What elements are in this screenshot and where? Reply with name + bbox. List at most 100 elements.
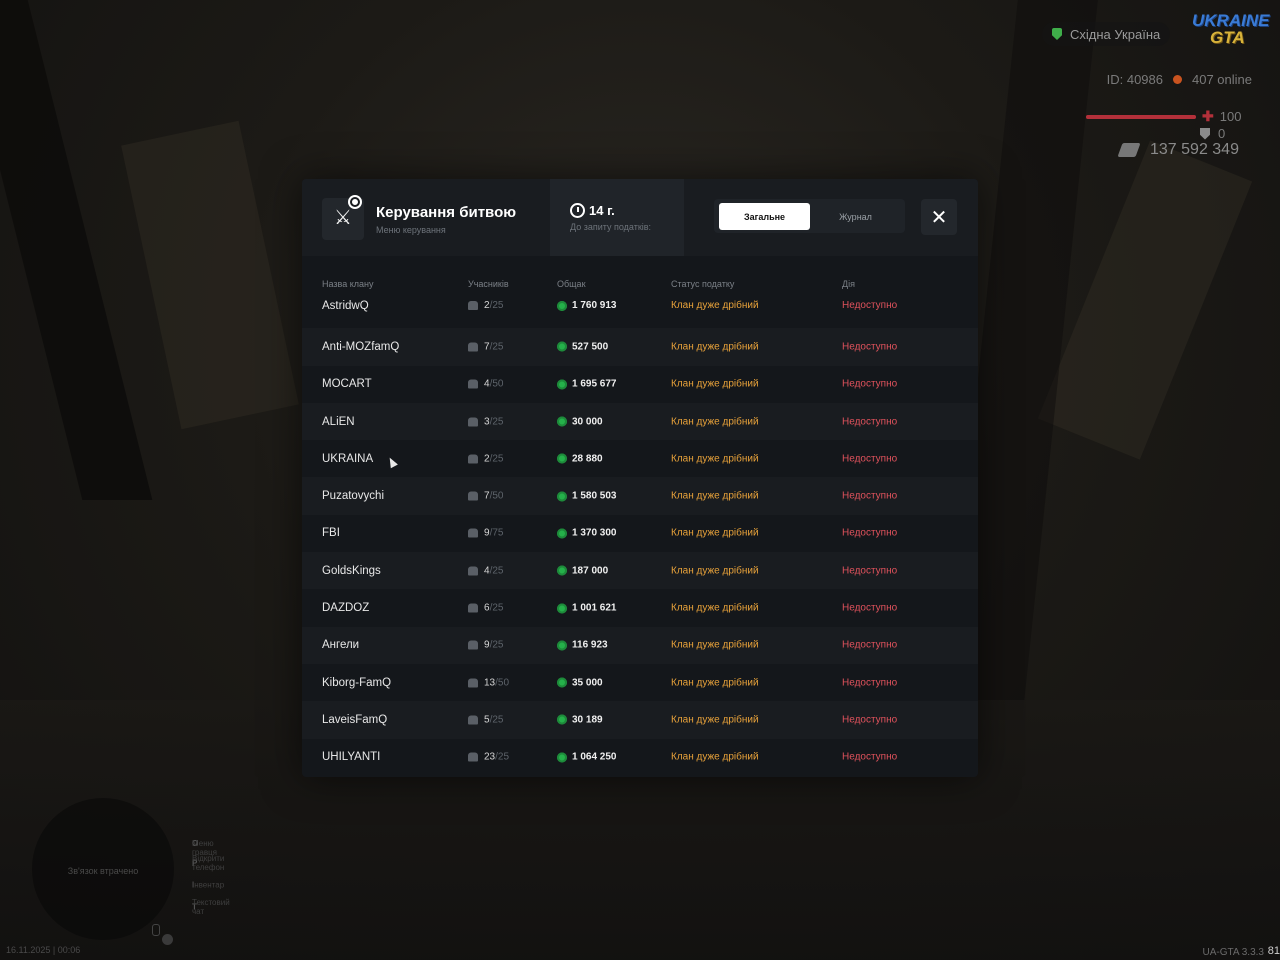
tax-status: Клан дуже дрібний [671,378,759,390]
column-header-tax-status: Статус податку [671,279,735,289]
tax-status: Клан дуже дрібний [671,453,759,465]
coin-icon [557,379,567,390]
people-icon [468,417,478,427]
members-count: 13/50 [484,677,509,688]
clan-name: Ангели [322,639,360,652]
timer-value: 14 г. [589,203,615,218]
people-icon [468,379,478,389]
minimap-status: Зв'язок втрачено [67,866,139,876]
action-unavailable: Недоступно [842,378,898,390]
online-count: 407 online [1192,72,1252,87]
close-button[interactable]: ✕ [921,199,957,235]
tax-status: Клан дуже дрібний [671,565,759,577]
fps-counter: 81 [1267,945,1280,957]
table-row[interactable]: UKRAINA 2/25 28 880 Клан дуже дрібний Недост… [302,440,978,477]
fund-value: 1 580 503 [572,490,617,502]
coin-icon [557,677,567,688]
fund-value: 1 695 677 [572,378,617,390]
fund-value: 1 001 621 [572,602,617,614]
people-icon [468,640,478,650]
table-row[interactable]: Ангели 9/25 116 923 Клан дуже дрібний Недост… [302,626,978,664]
timer-label: До запиту податків: [570,222,652,232]
tab-log[interactable]: Журнал [810,203,901,230]
people-icon [468,342,478,352]
region-icon [1052,28,1062,40]
members-count: 7/50 [484,491,503,502]
health-bar [1086,114,1196,119]
clan-name: Anti-MOZfamQ [322,340,400,353]
coin-icon [557,714,567,725]
people-icon [468,566,478,576]
table-row[interactable]: UHILYANTI 23/25 1 064 250 Клан дуже дрібний… [302,739,978,776]
members-count: 9/25 [484,640,503,651]
table-row[interactable]: AstridwQ 2/25 1 760 913 Клан дуже дрібний Не… [302,291,978,328]
members-max: /25 [495,751,510,763]
tax-status: Клан дуже дрібний [671,300,759,311]
action-unavailable: Недоступно [842,565,898,577]
tax-status: Клан дуже дрібний [671,602,759,614]
clan-members: 6/25 [468,603,503,614]
cash-icon [1117,143,1141,157]
members-count: 5/25 [484,714,503,725]
table-row[interactable]: ALiEN 3/25 30 000 Клан дуже дрібний Недоступ… [302,402,978,441]
hotkey-label: Інвентар [192,880,225,890]
members-count: 2/25 [484,300,503,311]
clan-fund: 1 760 913 [557,300,617,311]
logo-bottom-text: GTA [1210,28,1245,47]
column-header-action: Дія [842,279,855,289]
members-max: /25 [489,300,504,311]
tax-status: Клан дуже дрібний [671,677,759,689]
hotkey-label: Текстовий чат [192,898,230,916]
members-max: /25 [489,341,504,353]
people-icon [468,301,478,310]
clan-name: LaveisFamQ [322,713,388,726]
table-row[interactable]: GoldsKings 4/25 187 000 Клан дуже дрібний Не… [302,552,978,590]
table-row[interactable]: FBI 9/75 1 370 300 Клан дуже дрібний Недосту… [302,515,978,552]
player-id: ID: 40986 [1106,72,1163,87]
table-row[interactable]: Puzatovychi 7/50 1 580 503 Клан дуже дрібни… [302,477,978,515]
online-icon [1173,75,1182,84]
action-unavailable: Недоступно [842,751,898,763]
members-max: /50 [489,378,504,390]
armor-value: 0 [1218,126,1226,141]
tax-status: Клан дуже дрібний [671,639,759,651]
tab-general[interactable]: Загальне [719,203,810,230]
fund-value: 28 880 [572,453,603,465]
members-count: 23/25 [484,752,509,763]
people-icon [468,528,478,538]
tax-status: Клан дуже дрібний [671,416,759,428]
clan-fund: 30 189 [557,714,603,725]
tax-status: Клан дуже дрібний [671,751,759,763]
tax-timer: 14 г. До запиту податків: [550,179,684,256]
table-row[interactable]: Kiborg-FamQ 13/50 35 000 Клан дуже дрібний Н… [302,664,978,701]
tab-switcher: Загальне Журнал [714,199,905,233]
members-count: 2/25 [484,453,503,464]
region-badge: Східна Україна [1042,22,1171,46]
people-icon [468,715,478,725]
fund-value: 1 760 913 [572,300,617,311]
table-row[interactable]: LaveisFamQ 5/25 30 189 Клан дуже дрібний Нед… [302,701,978,739]
clan-members: 9/75 [468,528,503,539]
voice-badge-icon [162,934,173,945]
action-unavailable: Недоступно [842,416,898,428]
table-row[interactable]: DAZDOZ 6/25 1 001 621 Клан дуже дрібний Недо… [302,589,978,626]
table-row[interactable]: Anti-MOZfamQ 7/25 527 500 Клан дуже дрібний… [302,328,978,366]
people-icon [468,491,478,501]
clan-name: UKRAINA [322,452,374,465]
clan-fund: 30 000 [557,416,603,427]
action-unavailable: Недоступно [842,602,898,614]
shield-icon [1200,127,1210,140]
clock-icon [570,203,585,218]
tax-status: Клан дуже дрібний [671,714,759,726]
tax-status: Клан дуже дрібний [671,490,759,502]
game-logo: UKRAINE GTA [1192,12,1269,52]
health-bar-fill [1086,114,1196,119]
members-max: /25 [489,602,504,614]
members-max: /25 [489,453,504,465]
crossed-swords-gear-icon: ⚔ [322,195,364,240]
battle-management-modal: ⚔ Керування битвою Меню керування 14 г. … [302,179,978,777]
table-row[interactable]: MOCART 4/50 1 695 677 Клан дуже дрібний Недо… [302,366,978,403]
clan-name: FBI [322,527,340,540]
coin-icon [557,603,567,614]
members-count: 4/50 [484,379,503,390]
